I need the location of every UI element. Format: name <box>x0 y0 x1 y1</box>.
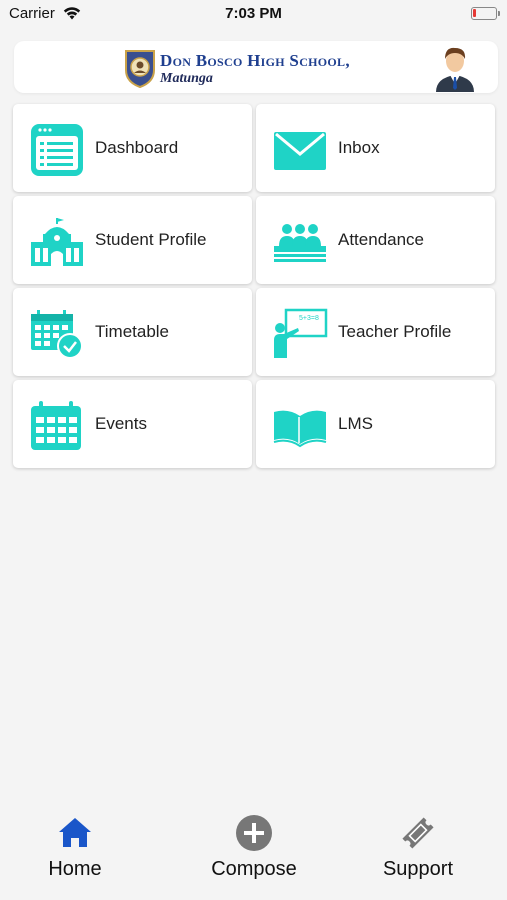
timetable-tile[interactable]: Timetable <box>13 288 252 376</box>
status-bar: Carrier 7:03 PM <box>0 0 507 28</box>
calendar-clock-icon <box>31 310 83 359</box>
school-name: Don Bosco High School, <box>160 51 350 70</box>
timetable-label: Timetable <box>95 322 170 341</box>
lms-tile[interactable]: LMS <box>256 380 495 468</box>
teacher-profile-label: Teacher Profile <box>338 322 452 341</box>
school-header: Don Bosco High School, Matunga <box>14 41 498 93</box>
teacher-board-icon: 5+3=8 <box>274 308 328 358</box>
bottom-tab-bar: Home Compose Support <box>0 800 507 900</box>
events-label: Events <box>95 414 147 433</box>
inbox-tile[interactable]: Inbox <box>256 104 495 192</box>
school-crest-icon <box>125 50 155 88</box>
student-profile-tile[interactable]: Student Profile <box>13 196 252 284</box>
user-avatar-icon[interactable] <box>432 44 478 92</box>
lms-label: LMS <box>338 414 373 433</box>
tab-home[interactable]: Home <box>5 814 145 881</box>
ticket-icon <box>402 817 434 849</box>
battery-icon <box>471 7 500 20</box>
dashboard-tile[interactable]: Dashboard <box>13 104 252 192</box>
tab-home-label: Home <box>48 858 102 880</box>
plus-circle-icon <box>236 815 272 851</box>
home-icon <box>59 818 91 847</box>
attendance-label: Attendance <box>338 230 425 249</box>
envelope-icon <box>274 132 326 170</box>
school-building-icon <box>31 218 83 266</box>
dashboard-label: Dashboard <box>95 138 179 157</box>
group-people-icon <box>274 224 326 262</box>
menu-grid: Dashboard Inbox Student Profile Attendan… <box>13 104 495 468</box>
school-location: Matunga <box>160 71 213 86</box>
student-profile-label: Student Profile <box>95 230 207 249</box>
teacher-profile-tile[interactable]: 5+3=8 Teacher Profile <box>256 288 495 376</box>
attendance-tile[interactable]: Attendance <box>256 196 495 284</box>
open-book-icon <box>273 410 327 448</box>
calendar-icon <box>31 401 81 450</box>
tab-compose-label: Compose <box>211 858 297 880</box>
inbox-label: Inbox <box>338 138 380 157</box>
dashboard-icon <box>31 124 83 176</box>
tab-compose[interactable]: Compose <box>184 814 324 881</box>
events-tile[interactable]: Events <box>13 380 252 468</box>
clock-label: 7:03 PM <box>225 5 282 22</box>
tab-support-label: Support <box>382 858 454 880</box>
tab-support[interactable]: Support <box>348 814 488 881</box>
svg-text:5+3=8: 5+3=8 <box>299 315 319 322</box>
